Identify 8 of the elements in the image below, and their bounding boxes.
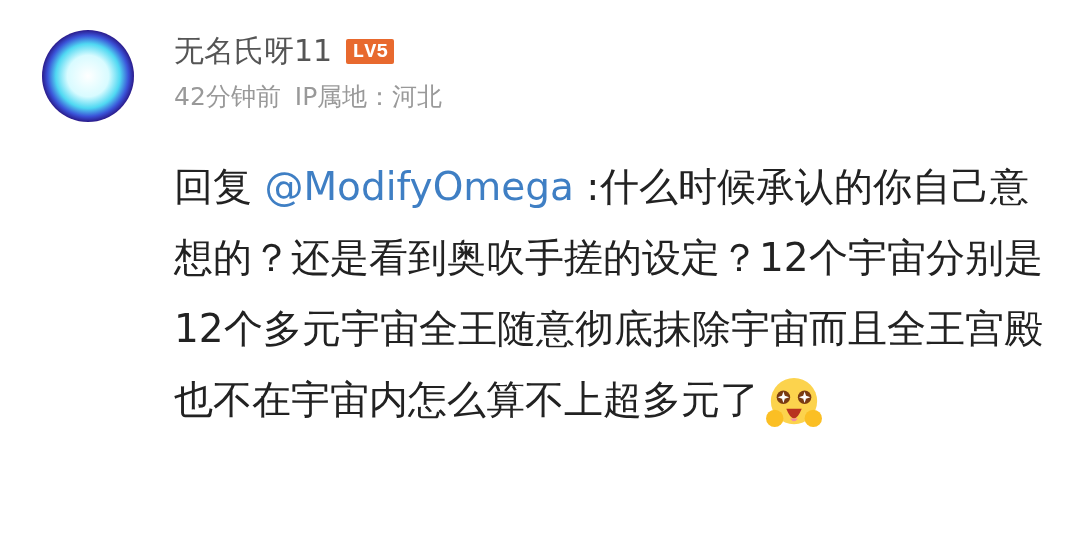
star-eyes-emoji-icon (765, 375, 823, 430)
level-badge: LV5 (346, 38, 395, 64)
ip-location: IP属地：河北 (294, 81, 443, 113)
comment-text: 回复 @ModifyOmega :什么时候承认的你自己意想的？还是看到奥吹手搓的设定？12个宇宙分别是12个多元宇宙全王随意彻底抹除宇宙而且全王宫殿也不在宇宙内怎么算不上超多元了 (174, 151, 1044, 435)
mention-link[interactable]: @ModifyOmega (264, 164, 574, 209)
avatar[interactable] (42, 30, 134, 122)
username[interactable]: 无名氏呀11 (174, 30, 333, 72)
post-time: 42分钟前 (174, 81, 281, 113)
